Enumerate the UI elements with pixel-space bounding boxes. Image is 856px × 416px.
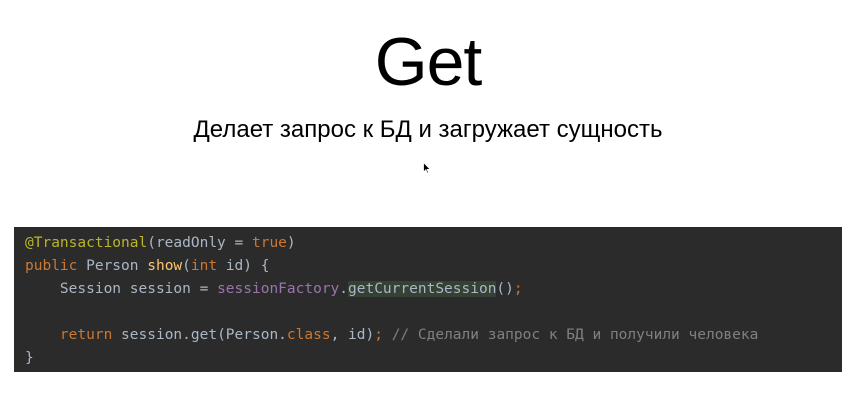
code-block: @Transactional(readOnly = true) public Pe…	[14, 227, 842, 372]
code-token: (readOnly =	[147, 235, 252, 251]
session-declaration: Session session =	[59, 281, 218, 297]
slide-title: Get	[374, 24, 483, 100]
code-token: ()	[496, 281, 514, 297]
code-token: )	[286, 235, 296, 251]
code-comment: // Сделали запрос к БД и получили челове…	[382, 327, 759, 343]
return-type: Person	[77, 258, 148, 274]
code-token: .	[339, 281, 349, 297]
get-current-session-call: getCurrentSession	[348, 281, 497, 297]
code-line-2: public Person show(int id) {	[25, 255, 842, 278]
code-line-6: }	[25, 347, 842, 370]
true-keyword: true	[251, 235, 287, 251]
session-get-call: session.get(Person.	[112, 327, 287, 343]
public-keyword: public	[25, 258, 78, 274]
code-token: , id)	[330, 327, 375, 343]
method-name: show	[147, 258, 183, 274]
return-keyword: return	[59, 327, 113, 343]
semicolon: ;	[374, 327, 383, 343]
closing-brace: }	[25, 350, 34, 366]
class-keyword: class	[286, 327, 331, 343]
int-keyword: int	[190, 258, 218, 274]
semicolon: ;	[513, 281, 523, 297]
session-factory-field: sessionFactory	[217, 281, 340, 297]
transactional-annotation: @Transactional	[25, 235, 148, 251]
mouse-pointer-icon	[423, 162, 431, 174]
code-token: (	[182, 258, 191, 274]
code-line-1: @Transactional(readOnly = true)	[25, 232, 842, 255]
code-line-3: Session session = sessionFactory.getCurr…	[25, 278, 842, 301]
slide-subtitle: Делает запрос к БД и загружает сущность	[193, 116, 663, 143]
code-line-5: return session.get(Person.class, id); //…	[25, 324, 842, 347]
code-token: id) {	[217, 258, 270, 274]
